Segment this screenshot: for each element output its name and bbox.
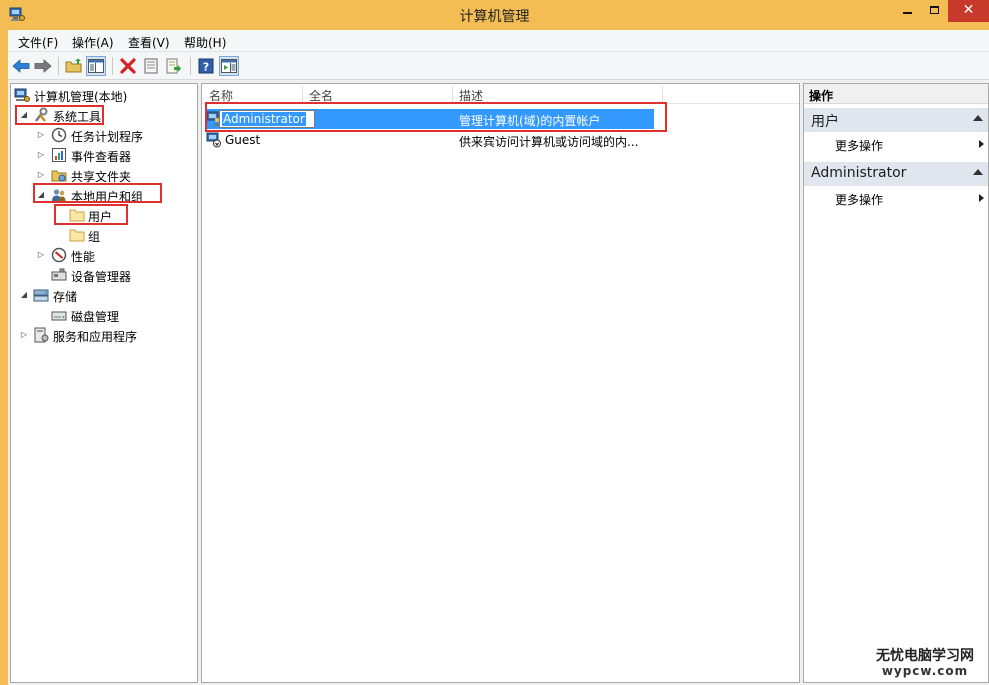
help-icon: ? (198, 58, 214, 74)
cell-description: 供来宾访问计算机或访问域的内... (459, 135, 639, 149)
title-bar: 计算机管理 ✕ (0, 0, 989, 30)
tree-label: 性能 (71, 250, 96, 264)
toolbar: ? (8, 52, 989, 80)
services-icon (34, 327, 49, 343)
show-hide-tree-icon (88, 59, 104, 73)
performance-icon (51, 247, 67, 263)
tree-label: 组 (88, 230, 101, 244)
toolbar-separator (190, 57, 191, 75)
toolbar-separator (112, 57, 113, 75)
up-folder-button[interactable] (64, 56, 84, 76)
highlight-box-local-users-groups (33, 183, 162, 203)
properties-icon (144, 58, 158, 74)
export-list-button[interactable] (164, 56, 184, 76)
expand-arrow-icon[interactable]: ▷ (36, 169, 46, 181)
collapse-caret-icon[interactable] (973, 115, 983, 121)
expand-arrow-icon[interactable]: ▷ (36, 249, 46, 261)
action-item-label: 更多操作 (835, 193, 884, 207)
action-pane-header: 操作 (804, 84, 988, 104)
toolbar-separator (58, 57, 59, 75)
expand-arrow-icon[interactable]: ▷ (36, 129, 46, 141)
watermark-line2: wypcw.com (881, 664, 969, 678)
back-icon (12, 59, 30, 73)
cell-name: Guest (225, 133, 261, 147)
tree-label: 存储 (53, 290, 78, 304)
up-folder-icon (65, 58, 82, 73)
show-hide-tree-button[interactable] (86, 56, 106, 76)
watermark: 无忧电脑学习网 wypcw.com (866, 648, 984, 682)
action-more-actions-administrator[interactable]: 更多操作 (804, 188, 988, 208)
collapse-arrow-icon[interactable]: ◢ (19, 289, 29, 301)
highlight-box-system-tools (15, 105, 104, 125)
delete-button[interactable] (118, 56, 138, 76)
back-button[interactable] (11, 56, 31, 76)
export-list-icon (166, 58, 181, 74)
tree-label: 设备管理器 (71, 270, 132, 284)
watermark-line1: 无忧电脑学习网 (876, 648, 974, 664)
tree-label: 事件查看器 (71, 150, 132, 164)
device-manager-icon (51, 268, 67, 281)
action-item-label: 更多操作 (835, 139, 884, 153)
action-pane: 操作 用户 更多操作 Administrator 更多操作 (803, 83, 989, 683)
menu-bar: 文件(F) 操作(A) 查看(V) 帮助(H) (8, 30, 989, 52)
column-separator[interactable] (452, 86, 453, 102)
menu-action[interactable]: 操作(A) (72, 34, 114, 51)
expand-arrow-icon[interactable]: ▷ (19, 329, 29, 341)
maximize-button[interactable] (921, 0, 948, 22)
collapse-caret-icon[interactable] (973, 169, 983, 175)
folder-icon (69, 229, 85, 242)
window-title: 计算机管理 (459, 9, 530, 25)
help-button[interactable]: ? (196, 56, 216, 76)
highlight-box-users (54, 204, 128, 225)
close-button[interactable]: ✕ (948, 0, 989, 22)
highlight-box-administrator (205, 102, 667, 132)
show-hide-action-pane-button[interactable] (219, 56, 239, 76)
shared-folder-icon (51, 170, 67, 182)
client-area: 文件(F) 操作(A) 查看(V) 帮助(H) ? 计算机管理(本地) ◢ 系统… (8, 30, 989, 685)
list-header: 名称 全名 描述 (202, 84, 799, 104)
table-row[interactable]: Guest 供来宾访问计算机或访问域的内... (202, 130, 799, 150)
event-viewer-icon (52, 148, 66, 162)
action-section-users[interactable]: 用户 (804, 108, 988, 132)
column-separator[interactable] (302, 86, 303, 102)
tree-label: 服务和应用程序 (53, 330, 138, 344)
menu-help[interactable]: 帮助(H) (184, 34, 226, 51)
column-separator[interactable] (662, 86, 663, 102)
tree-label: 任务计划程序 (71, 130, 144, 144)
forward-icon (34, 59, 52, 73)
minimize-button[interactable] (894, 0, 921, 22)
tree-label: 磁盘管理 (71, 310, 120, 324)
clock-icon (51, 127, 67, 143)
action-section-title: Administrator (811, 165, 907, 181)
minimize-icon (903, 11, 912, 14)
action-more-actions-users[interactable]: 更多操作 (804, 134, 988, 154)
properties-button[interactable] (141, 56, 161, 76)
tree-label: 计算机管理(本地) (34, 90, 128, 104)
forward-button[interactable] (33, 56, 53, 76)
action-section-administrator[interactable]: Administrator (804, 162, 988, 186)
expand-arrow-icon[interactable]: ▷ (36, 149, 46, 161)
submenu-arrow-icon (979, 194, 984, 202)
svg-text:?: ? (203, 61, 209, 74)
menu-view[interactable]: 查看(V) (128, 34, 170, 51)
action-section-title: 用户 (811, 114, 839, 130)
show-hide-action-pane-icon (221, 59, 237, 73)
submenu-arrow-icon (979, 140, 984, 148)
computer-management-icon (14, 88, 30, 102)
disk-management-icon (51, 311, 67, 321)
user-list: 名称 全名 描述 Administrator 管理计算机(域)的内置帐户 Gue… (201, 83, 800, 683)
delete-icon (120, 58, 136, 74)
maximize-icon (930, 5, 939, 14)
user-account-icon (206, 132, 221, 148)
close-icon: ✕ (962, 2, 975, 18)
storage-icon (33, 289, 49, 302)
console-tree: 计算机管理(本地) ◢ 系统工具 ▷ 任务计划程序 ▷ 事件查看器 ▷ 共享文件… (10, 83, 198, 683)
menu-file[interactable]: 文件(F) (18, 34, 58, 51)
